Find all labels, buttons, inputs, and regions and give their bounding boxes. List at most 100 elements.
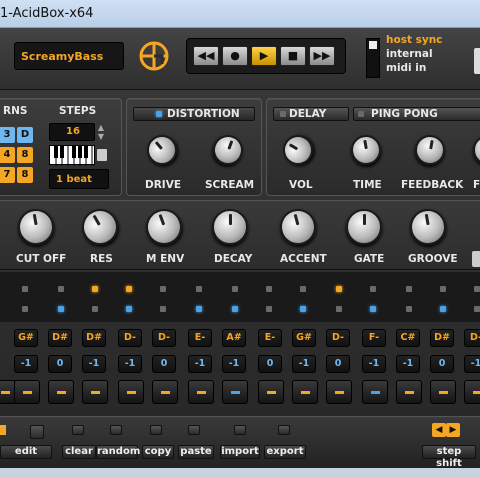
decay-knob[interactable]	[212, 209, 248, 245]
accent-led-icon[interactable]	[196, 306, 202, 312]
steps-stepper-icon[interactable]: ▲ ▼	[95, 123, 107, 141]
slide-led-icon[interactable]	[126, 286, 132, 292]
accent-led-icon[interactable]	[126, 306, 132, 312]
note-button[interactable]: A#	[222, 329, 246, 347]
accent-led-icon[interactable]	[440, 306, 446, 312]
gate-knob[interactable]	[346, 209, 382, 245]
octave-button[interactable]: 0	[152, 355, 176, 373]
pattern-button-5[interactable]: 7	[0, 167, 15, 183]
accent-led-icon[interactable]	[58, 306, 64, 312]
slide-led-icon[interactable]	[92, 286, 98, 292]
octave-button[interactable]: -1	[14, 355, 38, 373]
slide-led-icon[interactable]	[336, 286, 342, 292]
note-button[interactable]: D-	[152, 329, 176, 347]
step-button[interactable]	[362, 380, 388, 404]
step-button[interactable]	[396, 380, 422, 404]
accent-led-icon[interactable]	[160, 306, 166, 312]
sync-option-midi[interactable]: midi in	[386, 62, 426, 74]
step-button[interactable]	[258, 380, 284, 404]
scream-knob[interactable]	[208, 130, 248, 170]
step-button[interactable]	[82, 380, 108, 404]
step-button[interactable]	[14, 380, 40, 404]
step-button[interactable]	[152, 380, 178, 404]
slide-led-icon[interactable]	[300, 286, 306, 292]
note-button[interactable]: D#	[48, 329, 72, 347]
shift-left-icon[interactable]: ◀	[432, 423, 446, 437]
octave-button[interactable]: 0	[48, 355, 72, 373]
shift-right-icon[interactable]: ▶	[446, 423, 460, 437]
delay-time-knob[interactable]	[348, 132, 384, 168]
import-button[interactable]: import	[220, 445, 260, 459]
note-button[interactable]: G#	[14, 329, 38, 347]
edit-button[interactable]: edit	[0, 445, 52, 459]
accent-led-icon[interactable]	[336, 306, 342, 312]
export-button[interactable]: export	[264, 445, 306, 459]
step-button[interactable]	[188, 380, 214, 404]
octave-button[interactable]: -1	[188, 355, 212, 373]
slide-led-icon[interactable]	[474, 286, 480, 292]
accent-knob[interactable]	[275, 204, 321, 250]
edit-toggle[interactable]	[30, 425, 44, 439]
sync-option-internal[interactable]: internal	[386, 48, 433, 60]
note-button[interactable]: D#	[430, 329, 454, 347]
keyboard-icon[interactable]	[49, 145, 95, 166]
note-button[interactable]: G#	[292, 329, 316, 347]
paste-toggle[interactable]	[188, 425, 200, 435]
accent-led-icon[interactable]	[370, 306, 376, 312]
slide-led-icon[interactable]	[266, 286, 272, 292]
accent-led-icon[interactable]	[92, 306, 98, 312]
sync-option-host[interactable]: host sync	[386, 34, 442, 46]
random-toggle[interactable]	[110, 425, 122, 435]
octave-button[interactable]: -1	[396, 355, 420, 373]
synth-side-button[interactable]	[472, 251, 480, 267]
octave-button[interactable]: 0	[430, 355, 454, 373]
note-button[interactable]: F-	[362, 329, 386, 347]
octave-button[interactable]: -1	[222, 355, 246, 373]
preset-display[interactable]: ScreamyBass	[14, 42, 124, 70]
pattern-button-3[interactable]: 4	[0, 147, 15, 163]
note-button[interactable]: C#	[396, 329, 420, 347]
step-button[interactable]	[118, 380, 144, 404]
accent-led-icon[interactable]	[232, 306, 238, 312]
drive-knob[interactable]	[140, 128, 184, 172]
resonance-knob[interactable]	[75, 202, 125, 252]
accent-led-icon[interactable]	[266, 306, 272, 312]
slide-led-icon[interactable]	[440, 286, 446, 292]
slide-led-icon[interactable]	[232, 286, 238, 292]
rewind-button[interactable]: ◀◀	[193, 46, 219, 66]
step-button[interactable]	[222, 380, 248, 404]
pattern-button-6[interactable]: 8	[17, 167, 33, 183]
clear-button[interactable]: clear	[62, 445, 96, 459]
delay-filter-knob[interactable]	[473, 135, 480, 165]
note-button[interactable]: E-	[188, 329, 212, 347]
play-button[interactable]: ▶	[251, 46, 277, 66]
copy-toggle[interactable]	[150, 425, 162, 435]
accent-led-icon[interactable]	[22, 306, 28, 312]
clear-toggle[interactable]	[72, 425, 84, 435]
keyboard-stepper-icon[interactable]	[97, 149, 107, 161]
slide-led-icon[interactable]	[370, 286, 376, 292]
random-button[interactable]: random	[96, 445, 140, 459]
note-button[interactable]: D-	[464, 329, 480, 347]
slide-led-icon[interactable]	[196, 286, 202, 292]
header-side-button[interactable]	[474, 48, 480, 74]
octave-button[interactable]: -1	[82, 355, 106, 373]
note-button[interactable]: D-	[326, 329, 350, 347]
slide-led-icon[interactable]	[22, 286, 28, 292]
export-toggle[interactable]	[278, 425, 290, 435]
accent-led-icon[interactable]	[300, 306, 306, 312]
step-button[interactable]	[292, 380, 318, 404]
accent-led-icon[interactable]	[406, 306, 412, 312]
delay-feedback-knob[interactable]	[412, 132, 448, 168]
record-button[interactable]: ●	[222, 46, 248, 66]
pattern-button-1[interactable]: 3	[0, 127, 15, 143]
note-button[interactable]: D#	[82, 329, 106, 347]
slide-led-icon[interactable]	[58, 286, 64, 292]
env-mod-knob[interactable]	[140, 203, 188, 251]
octave-button[interactable]: 0	[258, 355, 282, 373]
stop-button[interactable]: ■	[280, 46, 306, 66]
copy-button[interactable]: copy	[142, 445, 174, 459]
paste-button[interactable]: paste	[178, 445, 214, 459]
octave-button[interactable]: -1	[292, 355, 316, 373]
step-button[interactable]	[430, 380, 456, 404]
